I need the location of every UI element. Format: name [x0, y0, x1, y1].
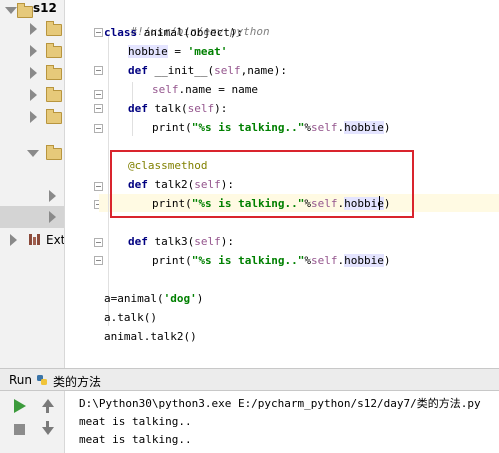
code-line-3: hobbie = 'meat' [128, 45, 228, 58]
stop-icon[interactable] [14, 424, 25, 435]
console-output-line: meat is talking.. [79, 415, 192, 428]
external-libraries-label: Ext [46, 233, 65, 247]
code-line-talk3-print: print("%s is talking.."%self.hobbie) [152, 254, 391, 267]
collapse-arrow-icon[interactable] [30, 45, 37, 57]
collapse-arrow-icon[interactable] [49, 190, 56, 202]
project-root-label: s12 [33, 1, 57, 15]
tree-row-folder[interactable] [0, 106, 64, 128]
run-toolbar [0, 391, 65, 453]
code-line-call-talk2: animal.talk2() [104, 330, 197, 343]
folder-icon [17, 3, 33, 18]
collapse-arrow-icon[interactable] [49, 211, 56, 223]
project-tree-panel: s12 Ext [0, 0, 65, 368]
tree-row-folder[interactable] [0, 18, 64, 40]
folder-icon [46, 87, 62, 102]
run-console[interactable]: D:\Python30\python3.exe E:/pycharm_pytho… [65, 391, 499, 453]
run-tab-label[interactable]: Run [9, 373, 32, 387]
code-line-call-talk: a.talk() [104, 311, 157, 324]
tree-row-folder-open[interactable] [0, 142, 64, 164]
collapse-arrow-icon[interactable] [30, 67, 37, 79]
code-line-6: def talk(self): [128, 102, 228, 115]
folder-icon [46, 21, 62, 36]
scroll-up-stem [46, 407, 49, 413]
code-line-1: #!/usr/bin/env python [130, 25, 270, 38]
indent-guide [108, 36, 109, 326]
scroll-down-icon[interactable] [42, 427, 54, 435]
folder-icon [46, 109, 62, 124]
folder-icon [46, 65, 62, 80]
scroll-up-icon[interactable] [42, 399, 54, 407]
annotation-highlight-box [110, 150, 414, 218]
folder-icon [46, 43, 62, 58]
code-line-instantiate: a=animal('dog') [104, 292, 204, 305]
tree-row-folder[interactable] [0, 84, 64, 106]
collapse-arrow-icon[interactable] [30, 111, 37, 123]
code-line-7: print("%s is talking.."%self.hobbie) [152, 121, 391, 134]
library-icon [29, 234, 41, 245]
code-line-2: class animal(object): [104, 26, 244, 39]
tree-row-folder[interactable] [0, 185, 64, 207]
tree-row-folder[interactable] [0, 62, 64, 84]
code-line-4: def __init__(self,name): [128, 64, 287, 77]
folder-icon [46, 145, 62, 160]
run-config-name[interactable]: 类的方法 [53, 373, 101, 390]
console-output-line: meat is talking.. [79, 433, 192, 446]
console-command-line: D:\Python30\python3.exe E:/pycharm_pytho… [79, 397, 481, 410]
tree-row-selected[interactable] [0, 206, 64, 228]
expand-arrow-icon[interactable] [27, 150, 39, 157]
run-panel-header: Run 类的方法 [0, 368, 499, 391]
rerun-play-icon[interactable] [14, 399, 26, 413]
collapse-arrow-icon[interactable] [30, 89, 37, 101]
code-line-talk3-def: def talk3(self): [128, 235, 234, 248]
tree-row-folder[interactable] [0, 40, 64, 62]
python-file-icon [37, 375, 47, 385]
expand-arrow-icon[interactable] [5, 7, 17, 14]
collapse-arrow-icon[interactable] [30, 23, 37, 35]
code-line-5: self.name = name [152, 83, 258, 96]
collapse-arrow-icon[interactable] [10, 234, 17, 246]
